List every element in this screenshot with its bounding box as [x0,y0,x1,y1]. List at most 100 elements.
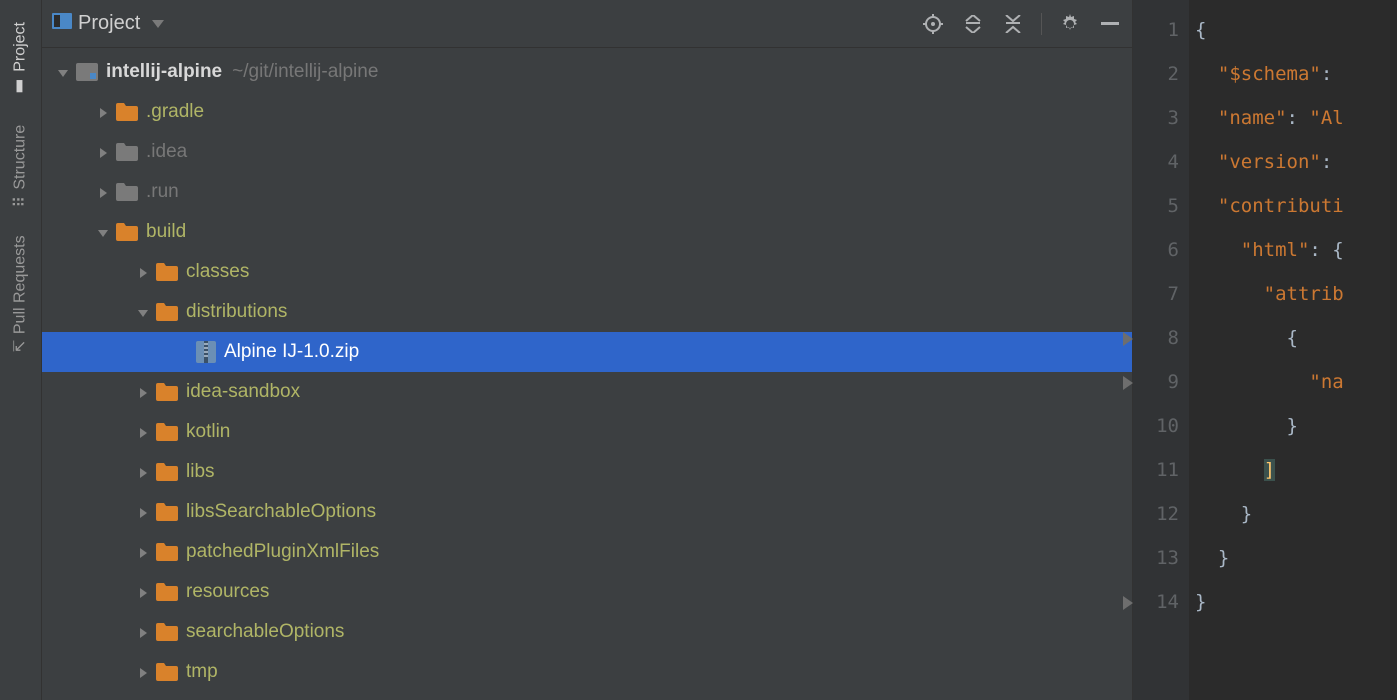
line-number: 6 [1133,228,1179,272]
folder-icon [156,423,178,441]
tree-node-label: .run [146,181,179,203]
line-number: 1 [1133,8,1179,52]
folder-icon [156,263,178,281]
code-line[interactable]: } [1195,536,1344,580]
panel-header: Project [42,0,1132,48]
code-line[interactable]: "name": "Al [1195,96,1344,140]
code-line[interactable]: } [1195,580,1344,624]
tab-structure[interactable]: ⠿ Structure [7,111,34,222]
tree-root[interactable]: intellij-alpine ~/git/intellij-alpine [42,52,1132,92]
line-number: 2 [1133,52,1179,96]
line-number: 14 [1133,580,1179,624]
chevron-right-icon[interactable] [136,424,152,440]
folder-icon [116,143,138,161]
dropdown-icon[interactable] [152,15,164,33]
module-icon [76,63,98,81]
tab-project[interactable]: ▮ Project [7,8,34,111]
chevron-right-icon[interactable] [136,264,152,280]
code-line[interactable]: } [1195,492,1344,536]
tree-node-label: classes [186,261,249,283]
project-panel: Project [42,0,1132,700]
tree-node-label: libsSearchableOptions [186,501,376,523]
folder-icon [156,543,178,561]
chevron-right-icon[interactable] [136,504,152,520]
tab-project-label: Project [12,22,30,72]
collapse-all-icon[interactable] [1001,12,1025,36]
tab-pull-requests-label: Pull Requests [12,235,30,334]
code-line[interactable]: "contributi [1195,184,1344,228]
tree-folder[interactable]: searchableOptions [42,612,1132,652]
code-line[interactable]: { [1195,316,1344,360]
folder-icon [116,223,138,241]
code-line[interactable]: { [1195,8,1344,52]
folder-icon [156,383,178,401]
tree-folder[interactable]: resources [42,572,1132,612]
code-line[interactable]: "na [1195,360,1344,404]
tree-node-label: distributions [186,301,287,323]
chevron-right-icon[interactable] [96,104,112,120]
locate-icon[interactable] [921,12,945,36]
expand-all-icon[interactable] [961,12,985,36]
tree-node-label: resources [186,581,269,603]
tree-root-label: intellij-alpine [106,61,222,83]
code-line[interactable]: "html": { [1195,228,1344,272]
fold-marker-icon[interactable] [1123,376,1133,390]
code-line[interactable]: "$schema": [1195,52,1344,96]
tree-folder[interactable]: kotlin [42,412,1132,452]
line-number: 3 [1133,96,1179,140]
editor-code[interactable]: { "$schema": "name": "Al "version": "con… [1189,0,1344,700]
fold-marker-icon[interactable] [1123,332,1133,346]
tree-folder[interactable]: libsSearchableOptions [42,492,1132,532]
chevron-right-icon[interactable] [136,624,152,640]
line-number: 13 [1133,536,1179,580]
tree-folder[interactable]: .gradle [42,92,1132,132]
line-number: 4 [1133,140,1179,184]
fold-marker-icon[interactable] [1123,596,1133,610]
chevron-down-icon[interactable] [136,304,152,320]
code-line[interactable]: "attrib [1195,272,1344,316]
chevron-right-icon[interactable] [96,144,112,160]
chevron-right-icon[interactable] [136,464,152,480]
tree-folder[interactable]: patchedPluginXmlFiles [42,532,1132,572]
line-number: 10 [1133,404,1179,448]
chevron-right-icon[interactable] [136,664,152,680]
project-tree[interactable]: intellij-alpine ~/git/intellij-alpine .g… [42,48,1132,700]
tab-structure-label: Structure [12,125,30,190]
tree-folder[interactable]: classes [42,252,1132,292]
line-number: 8 [1133,316,1179,360]
folder-icon: ▮ [11,78,30,97]
code-editor[interactable]: 1234567891011121314 { "$schema": "name":… [1132,0,1397,700]
tree-node-label: build [146,221,186,243]
line-number: 12 [1133,492,1179,536]
gear-icon[interactable] [1058,12,1082,36]
pull-request-icon: ↸ [11,340,30,353]
tree-node-label: searchableOptions [186,621,344,643]
spacer [176,344,192,360]
line-number: 7 [1133,272,1179,316]
tree-folder[interactable]: distributions [42,292,1132,332]
chevron-right-icon[interactable] [136,584,152,600]
code-line[interactable]: } [1195,404,1344,448]
chevron-right-icon[interactable] [136,544,152,560]
folder-icon [156,463,178,481]
chevron-right-icon[interactable] [136,384,152,400]
folder-icon [156,583,178,601]
tree-folder[interactable]: tmp [42,652,1132,692]
tree-folder[interactable]: libs [42,452,1132,492]
tree-file[interactable]: Alpine IJ-1.0.zip [42,332,1132,372]
tree-folder[interactable]: .run [42,172,1132,212]
chevron-down-icon[interactable] [96,224,112,240]
hide-icon[interactable] [1098,12,1122,36]
folder-icon [116,103,138,121]
tree-folder[interactable]: idea-sandbox [42,372,1132,412]
tree-folder[interactable]: build [42,212,1132,252]
code-line[interactable]: ] [1195,448,1344,492]
editor-gutter: 1234567891011121314 [1133,0,1189,700]
tree-folder[interactable]: .idea [42,132,1132,172]
tree-node-label: tmp [186,661,218,683]
folder-icon [116,183,138,201]
chevron-right-icon[interactable] [96,184,112,200]
tab-pull-requests[interactable]: ↸ Pull Requests [7,221,34,367]
chevron-down-icon[interactable] [56,64,72,80]
code-line[interactable]: "version": [1195,140,1344,184]
